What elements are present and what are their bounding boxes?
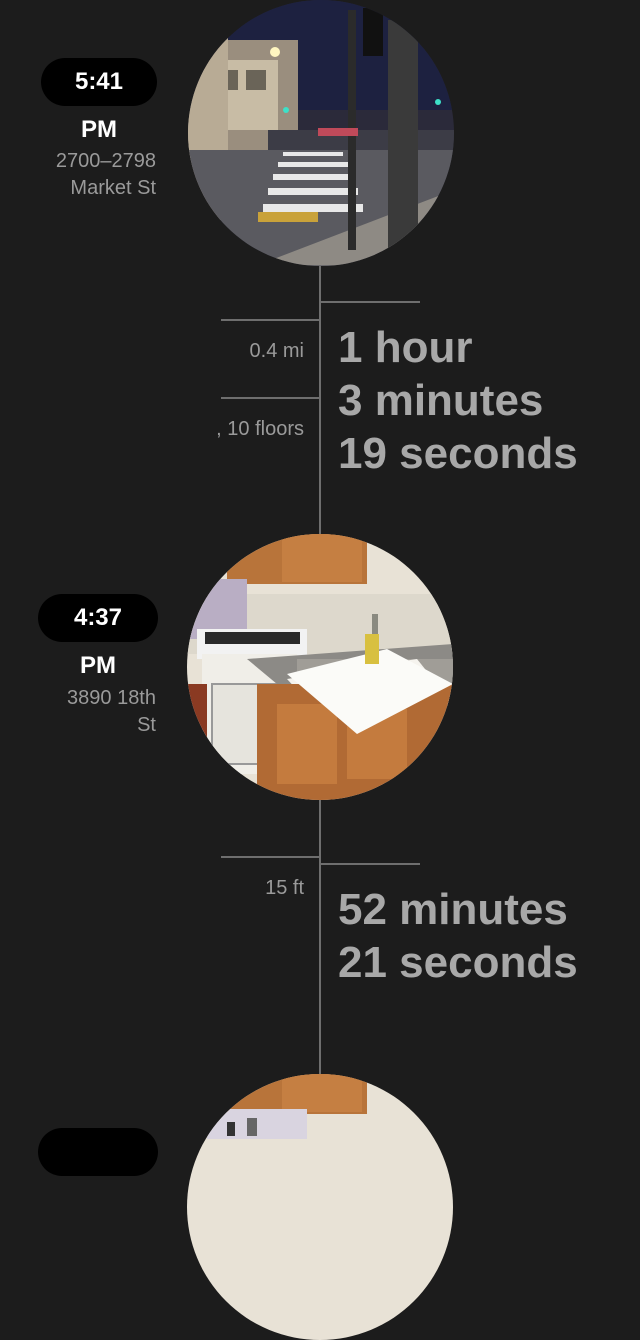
timeline-line — [319, 792, 321, 1078]
time-badge — [38, 1128, 158, 1176]
location-address: 2700–2798 Market St — [0, 148, 156, 202]
duration-text: 52 minutes 21 seconds — [338, 883, 578, 989]
segment-divider — [221, 319, 319, 321]
duration-line: 21 seconds — [338, 938, 578, 987]
duration-line: 3 minutes — [338, 376, 544, 425]
address-line: 3890 18th — [67, 687, 156, 709]
duration-text: 1 hour 3 minutes 19 seconds — [338, 321, 578, 480]
street-crosswalk-night-photo[interactable] — [188, 0, 454, 266]
segment-divider — [321, 863, 420, 865]
time-badge: 4:37 PM — [38, 594, 158, 679]
address-line: Market St — [70, 177, 156, 199]
duration-line: 52 minutes — [338, 885, 568, 934]
duration-line: 1 hour — [338, 323, 473, 372]
distance-label: 15 ft — [265, 877, 304, 899]
timeline-line — [319, 255, 321, 540]
duration-line: 19 seconds — [338, 429, 578, 478]
floors-label: , 10 floors — [216, 418, 304, 440]
kitchen-photo[interactable] — [187, 534, 453, 800]
kitchen-photo-partial[interactable] — [187, 1074, 453, 1340]
address-line: 2700–2798 — [55, 150, 156, 172]
segment-divider — [221, 397, 319, 399]
address-line: St — [137, 714, 156, 736]
distance-label: 0.4 mi — [249, 340, 304, 362]
segment-divider — [221, 856, 319, 858]
segment-divider — [321, 301, 420, 303]
time-badge: 5:41 PM — [41, 58, 157, 143]
location-address: 3890 18th St — [0, 685, 156, 739]
